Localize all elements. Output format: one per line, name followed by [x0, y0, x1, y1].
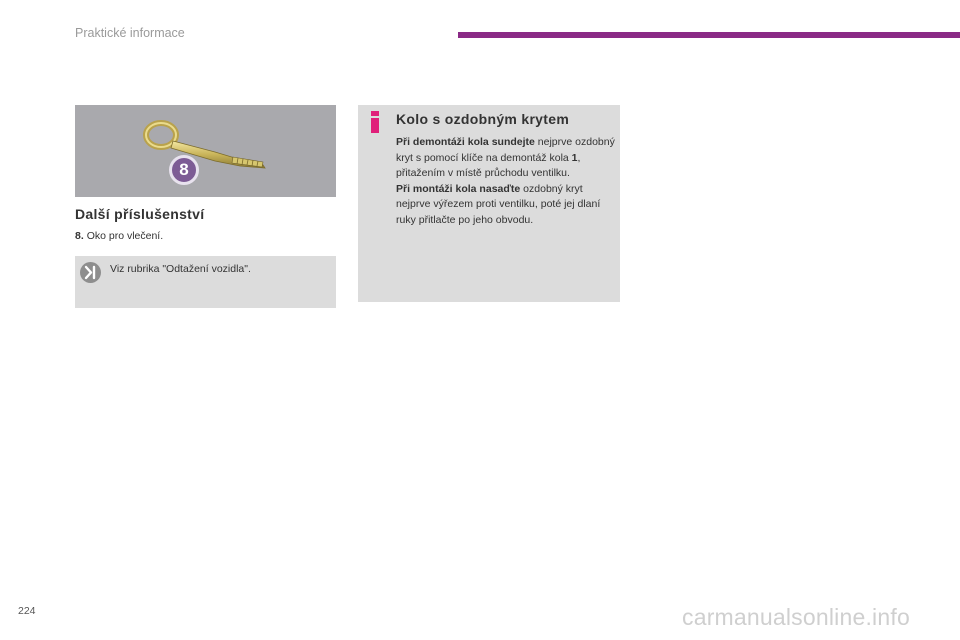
- accessory-item-8: 8. Oko pro vlečení.: [75, 230, 163, 242]
- info-body: Při demontáži kola sundejte nejprve ozdo…: [396, 135, 618, 228]
- towing-eye-illustration: [143, 120, 266, 169]
- item-text: Oko pro vlečení.: [86, 230, 164, 242]
- info-title: Kolo s ozdobným krytem: [396, 111, 570, 127]
- info-p1-bold: Při demontáži kola sundejte: [396, 136, 535, 148]
- info-p2-bold: Při montáži kola nasaďte: [396, 182, 521, 195]
- towing-eye-photo: [75, 105, 336, 197]
- watermark: carmanualsonline.info: [682, 604, 910, 630]
- accessories-heading: Další příslušenství: [75, 206, 205, 222]
- page-number: 224: [18, 605, 36, 617]
- item-number: 8.: [75, 230, 84, 242]
- arrow-reference-icon: [80, 262, 101, 283]
- info-icon: [371, 111, 379, 133]
- header-accent-bar: [458, 32, 960, 38]
- section-title: Praktické informace: [75, 26, 185, 40]
- reference-text: Viz rubrika "Odtažení vozidla".: [110, 263, 251, 275]
- figure-badge-8: 8: [169, 155, 199, 185]
